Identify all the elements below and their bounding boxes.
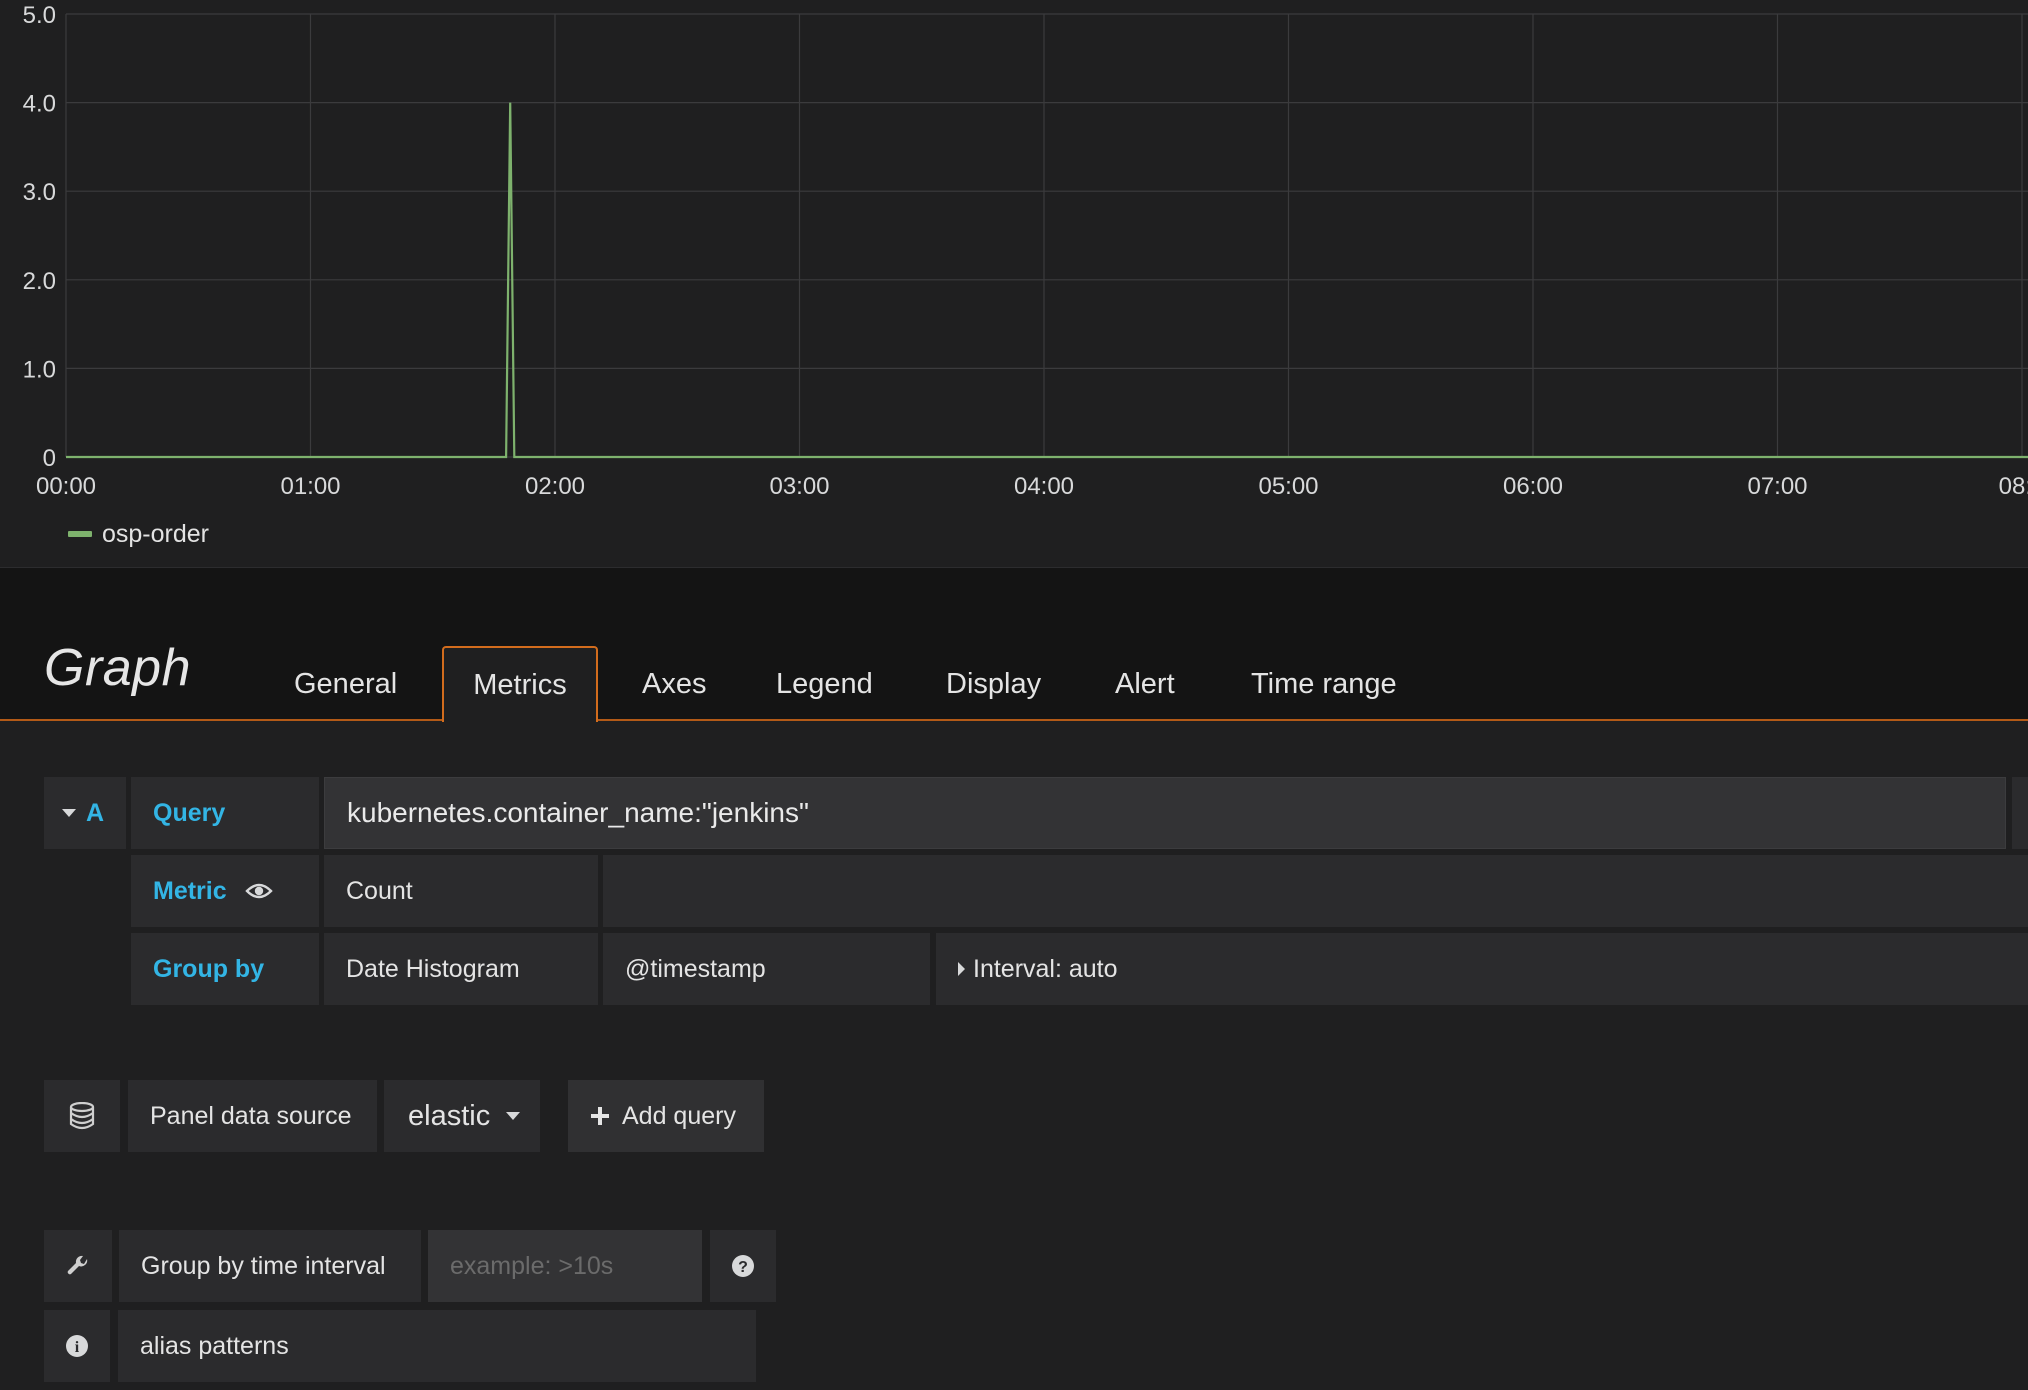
alias-patterns-label: alias patterns	[140, 1331, 289, 1360]
graph-canvas: 5.0 4.0 3.0 2.0 1.0 000:00 01:00 02:00 03:00 04:0…	[23, 2, 2028, 500]
query-ref-toggle[interactable]: A	[44, 777, 126, 849]
datasource-label-cell: Panel data source	[128, 1080, 377, 1152]
panel-editor: Graph General Metrics Axes Legend Displa…	[0, 568, 2028, 1390]
metric-label-cell: Metric	[131, 855, 319, 927]
group-interval-label-cell: Group by time interval	[119, 1230, 421, 1302]
datasource-label: Panel data source	[150, 1101, 352, 1130]
graph-panel: 5.0 4.0 3.0 2.0 1.0 0 00:00 01:00 02:00 03:00 04:0…	[0, 0, 2028, 568]
tab-axes[interactable]: Axes	[614, 648, 734, 720]
database-icon	[69, 1102, 95, 1130]
x-tick-label: 00:00	[36, 473, 96, 500]
group-by-field-select[interactable]: @timestamp	[603, 933, 930, 1005]
datasource-select[interactable]: elastic	[384, 1080, 540, 1152]
info-icon: i	[66, 1335, 88, 1357]
metric-type-value: Count	[346, 876, 413, 905]
group-by-label: Group by	[131, 933, 319, 1005]
query-row-menu[interactable]	[2012, 777, 2028, 849]
y-tick-label: 0	[43, 445, 56, 472]
svg-text:?: ?	[738, 1259, 748, 1276]
metric-label: Metric	[153, 876, 227, 905]
wrench-icon-cell	[44, 1230, 112, 1302]
x-tick-label: 06:00	[1503, 473, 1563, 500]
add-query-button[interactable]: Add query	[568, 1080, 764, 1152]
datasource-icon-cell	[44, 1080, 120, 1152]
x-tick-label: 01:00	[280, 473, 340, 500]
editor-header: Graph General Metrics Axes Legend Displa…	[0, 568, 2028, 722]
chevron-right-icon	[958, 962, 965, 976]
x-tick-label: 05:00	[1258, 473, 1318, 500]
x-tick-label: 08:0	[1999, 473, 2028, 500]
chevron-down-icon	[62, 809, 76, 817]
tab-display[interactable]: Display	[918, 648, 1069, 720]
add-query-label: Add query	[622, 1101, 736, 1130]
x-tick-label: 04:00	[1014, 473, 1074, 500]
group-by-interval-toggle[interactable]: Interval: auto	[936, 933, 2028, 1005]
tab-metrics[interactable]: Metrics	[442, 646, 598, 722]
tab-time-range[interactable]: Time range	[1223, 648, 1425, 720]
alias-patterns-toggle[interactable]: alias patterns	[118, 1310, 756, 1382]
group-by-field-value: @timestamp	[625, 954, 766, 983]
tab-legend[interactable]: Legend	[748, 648, 901, 720]
query-input[interactable]: kubernetes.container_name:"jenkins"	[324, 777, 2006, 849]
y-tick-label: 1.0	[23, 356, 56, 383]
help-button[interactable]: ?	[710, 1230, 776, 1302]
group-by-type-value: Date Histogram	[346, 954, 520, 983]
query-label: Query	[131, 777, 319, 849]
x-tick-label: 07:00	[1747, 473, 1807, 500]
group-by-interval-value: Interval: auto	[973, 954, 1118, 983]
x-tick-label: 03:00	[769, 473, 829, 500]
tab-general[interactable]: General	[266, 648, 425, 720]
svg-text:i: i	[75, 1339, 80, 1356]
query-ref-id: A	[86, 798, 105, 827]
x-tick-label: 02:00	[525, 473, 585, 500]
eye-icon[interactable]	[244, 881, 273, 901]
legend-series-label[interactable]: osp-order	[102, 520, 209, 549]
y-tick-label: 3.0	[23, 179, 56, 206]
group-interval-label: Group by time interval	[141, 1251, 386, 1280]
tab-alert[interactable]: Alert	[1087, 648, 1203, 720]
panel-title: Graph	[44, 639, 192, 697]
y-tick-label: 4.0	[23, 91, 56, 118]
y-tick-label: 2.0	[23, 268, 56, 295]
legend: osp-order	[68, 519, 209, 549]
info-icon-cell: i	[44, 1310, 110, 1382]
datasource-value: elastic	[408, 1099, 491, 1132]
plus-icon	[591, 1107, 609, 1125]
group-interval-placeholder: example: >10s	[450, 1251, 614, 1280]
metric-type-select[interactable]: Count	[324, 855, 598, 927]
question-icon[interactable]: ?	[731, 1254, 755, 1278]
group-interval-input[interactable]: example: >10s	[428, 1230, 702, 1302]
wrench-icon	[67, 1255, 88, 1275]
metric-options-area	[603, 855, 2028, 927]
group-by-type-select[interactable]: Date Histogram	[324, 933, 598, 1005]
legend-swatch[interactable]	[68, 531, 92, 537]
chevron-down-icon	[506, 1112, 521, 1120]
y-tick-label: 5.0	[23, 2, 56, 29]
